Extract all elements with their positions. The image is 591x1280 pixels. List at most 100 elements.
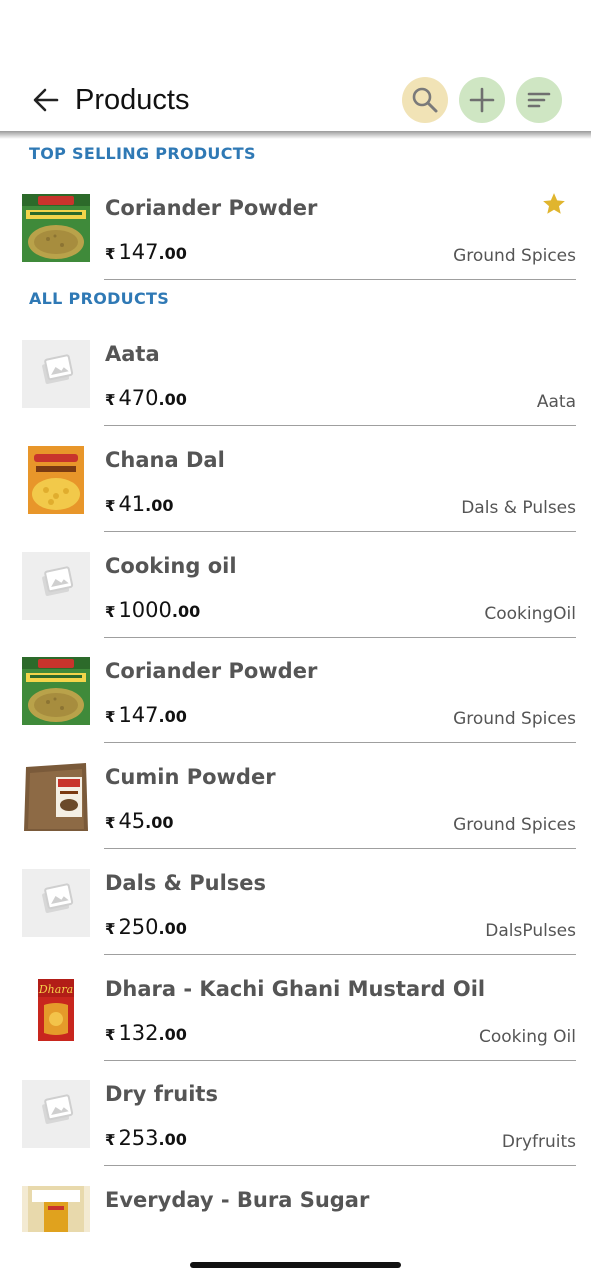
divider xyxy=(104,1165,576,1166)
product-category: Ground Spices xyxy=(453,246,576,266)
rupee-symbol: ₹ xyxy=(105,920,116,938)
star-icon[interactable] xyxy=(541,191,567,217)
product-price: ₹41.00 xyxy=(105,492,174,516)
product-row[interactable]: Coriander Powder ₹147.00 Ground Spices xyxy=(0,191,591,298)
product-name: Dry fruits xyxy=(105,1082,218,1106)
divider xyxy=(104,954,576,955)
product-row[interactable]: Cumin Powder ₹45.00 Ground Spices xyxy=(0,763,591,867)
product-row[interactable]: Dry fruits ₹253.00 Dryfruits xyxy=(0,1080,591,1184)
product-row[interactable]: Cooking oil ₹1000.00 CookingOil xyxy=(0,552,591,656)
rupee-symbol: ₹ xyxy=(105,245,116,263)
image-placeholder-icon xyxy=(22,552,90,620)
product-price: ₹470.00 xyxy=(105,386,187,410)
divider xyxy=(104,848,576,849)
product-row[interactable]: Dhara Dhara - Kachi Ghani Mustard Oil ₹1… xyxy=(0,975,591,1079)
price-decimal: .00 xyxy=(158,1130,187,1149)
price-integer: 41 xyxy=(118,492,146,516)
price-integer: 132 xyxy=(118,1021,159,1045)
price-decimal: .00 xyxy=(145,496,174,515)
divider xyxy=(104,531,576,532)
rupee-symbol: ₹ xyxy=(105,1131,116,1149)
price-decimal: .00 xyxy=(145,813,174,832)
section-title-all-products: ALL PRODUCTS xyxy=(29,289,170,308)
rupee-symbol: ₹ xyxy=(105,1026,116,1044)
rupee-symbol: ₹ xyxy=(105,603,116,621)
section-title-top-selling: TOP SELLING PRODUCTS xyxy=(29,144,256,163)
price-decimal: .00 xyxy=(171,602,201,621)
product-row[interactable]: Aata ₹470.00 Aata xyxy=(0,340,591,444)
product-price: ₹147.00 xyxy=(105,703,187,727)
price-integer: 1000 xyxy=(118,598,172,622)
product-price: ₹147.00 xyxy=(105,240,187,264)
rupee-symbol: ₹ xyxy=(105,391,116,409)
product-image: Dhara xyxy=(22,975,90,1043)
sort-lines-icon xyxy=(527,92,551,108)
product-image xyxy=(22,446,90,514)
rupee-symbol: ₹ xyxy=(105,497,116,515)
product-category: Dryfruits xyxy=(501,1132,576,1152)
home-indicator[interactable] xyxy=(190,1262,401,1268)
sort-button[interactable] xyxy=(516,77,562,123)
divider xyxy=(104,279,576,280)
product-row[interactable]: Dals & Pulses ₹250.00 DalsPulses xyxy=(0,869,591,973)
plus-icon xyxy=(469,87,495,113)
product-category: Aata xyxy=(536,392,576,412)
product-row[interactable]: Chana Dal ₹41.00 Dals & Pulses xyxy=(0,446,591,550)
product-image xyxy=(22,194,90,262)
product-price: ₹1000.00 xyxy=(105,598,200,622)
image-placeholder-icon xyxy=(22,340,90,408)
product-row[interactable]: Everyday - Bura Sugar xyxy=(0,1186,591,1232)
price-integer: 147 xyxy=(118,240,159,264)
divider xyxy=(104,425,576,426)
product-name: Coriander Powder xyxy=(105,196,318,220)
product-name: Coriander Powder xyxy=(105,659,318,683)
divider xyxy=(104,742,576,743)
product-category: Ground Spices xyxy=(453,815,576,835)
product-price: ₹250.00 xyxy=(105,915,187,939)
product-price: ₹253.00 xyxy=(105,1126,187,1150)
page-title: Products xyxy=(75,84,190,116)
product-name: Chana Dal xyxy=(105,448,225,472)
price-decimal: .00 xyxy=(158,1025,187,1044)
price-integer: 147 xyxy=(118,703,159,727)
product-price: ₹45.00 xyxy=(105,809,174,833)
add-button[interactable] xyxy=(459,77,505,123)
price-integer: 250 xyxy=(118,915,159,939)
price-decimal: .00 xyxy=(158,390,187,409)
image-placeholder-icon xyxy=(22,869,90,937)
rupee-symbol: ₹ xyxy=(105,814,116,832)
product-name: Everyday - Bura Sugar xyxy=(105,1188,370,1212)
price-integer: 253 xyxy=(118,1126,159,1150)
back-button[interactable] xyxy=(26,80,66,120)
product-image xyxy=(22,763,90,831)
product-category: DalsPulses xyxy=(485,921,576,941)
product-name: Cumin Powder xyxy=(105,765,276,789)
product-name: Cooking oil xyxy=(105,554,237,578)
search-button[interactable] xyxy=(402,77,448,123)
product-price: ₹132.00 xyxy=(105,1021,187,1045)
search-icon xyxy=(412,87,438,113)
product-image xyxy=(22,1186,90,1232)
product-row[interactable]: Coriander Powder ₹147.00 Ground Spices xyxy=(0,657,591,761)
price-integer: 470 xyxy=(118,386,159,410)
product-category: Dals & Pulses xyxy=(461,498,576,518)
arrow-left-icon xyxy=(33,88,59,112)
price-integer: 45 xyxy=(118,809,146,833)
product-name: Dals & Pulses xyxy=(105,871,267,895)
product-image xyxy=(22,657,90,725)
divider xyxy=(104,1060,576,1061)
rupee-symbol: ₹ xyxy=(105,708,116,726)
price-decimal: .00 xyxy=(158,707,187,726)
product-category: Ground Spices xyxy=(453,709,576,729)
svg-text:Dhara: Dhara xyxy=(38,983,73,996)
app-bar-shadow xyxy=(0,131,591,139)
price-decimal: .00 xyxy=(158,919,187,938)
product-name: Aata xyxy=(105,342,160,366)
price-decimal: .00 xyxy=(158,244,187,263)
app-bar: Products xyxy=(0,0,591,132)
product-category: CookingOil xyxy=(484,604,576,624)
image-placeholder-icon xyxy=(22,1080,90,1148)
product-category: Cooking Oil xyxy=(478,1027,576,1047)
divider xyxy=(104,637,576,638)
product-name: Dhara - Kachi Ghani Mustard Oil xyxy=(105,977,486,1001)
